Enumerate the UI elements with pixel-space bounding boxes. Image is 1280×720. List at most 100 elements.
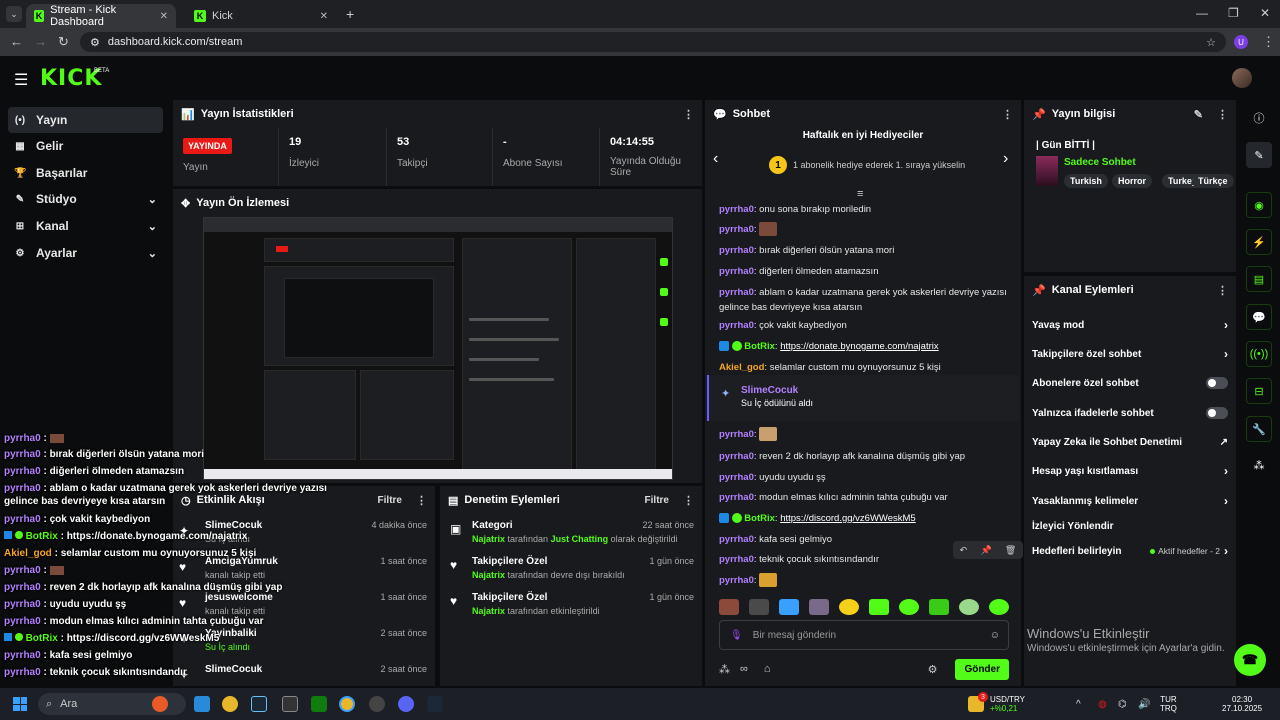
more-options-icon[interactable]: ⋮ [683, 494, 694, 507]
tab-stream-dashboard[interactable]: K Stream - Kick Dashboard ✕ [26, 4, 176, 28]
chat-link[interactable]: https://discord.gg/vz6WWeskM5 [780, 513, 916, 524]
emote-button[interactable] [899, 599, 919, 615]
sidebar-item-basarilar[interactable]: 🏆 Başarılar [8, 160, 163, 186]
action-banned-words[interactable]: Yasaklanmış kelimeler › [1032, 491, 1228, 511]
filter-icon[interactable]: ≡ [857, 188, 863, 200]
chat-username[interactable]: pyrrha0 [719, 575, 754, 586]
chat-username[interactable]: BotRix [744, 513, 775, 524]
discord-icon[interactable] [398, 696, 414, 712]
chrome-active-icon[interactable] [339, 696, 355, 712]
sidebar-item-yayin[interactable]: (•) Yayın [8, 107, 163, 133]
camera-icon[interactable]: ◉ [1246, 192, 1272, 218]
file-explorer-icon[interactable] [194, 696, 210, 712]
chevron-down-icon[interactable]: ⌄ [148, 247, 157, 260]
minimize-button[interactable]: — [1196, 6, 1208, 20]
chevron-left-icon[interactable]: ‹ [713, 150, 718, 168]
broadcast-icon[interactable]: ((•)) [1246, 341, 1272, 367]
action-followers-only[interactable]: Takipçilere özel sohbet › [1032, 344, 1228, 364]
tab-search-button[interactable]: ⌄ [6, 6, 22, 22]
emote-button[interactable] [839, 599, 859, 615]
chat-username[interactable]: pyrrha0 [719, 429, 754, 440]
browser-menu-icon[interactable]: ⋮ [1262, 34, 1275, 50]
kick-points-icon[interactable]: ⁂ [1246, 452, 1272, 478]
volume-icon[interactable]: 🔊 [1138, 699, 1150, 710]
chat-username[interactable]: pyrrha0 [719, 320, 754, 331]
keyboard-language[interactable]: TUR TRQ [1160, 695, 1177, 713]
microphone-icon[interactable]: 🎙 [730, 630, 743, 641]
steam-icon[interactable] [251, 696, 267, 712]
restore-button[interactable]: ❐ [1228, 6, 1239, 20]
widget-icon[interactable] [152, 696, 168, 712]
action-emotes-only[interactable]: Yalnızca ifadelerle sohbet [1032, 403, 1228, 423]
kick-points-icon[interactable]: ⁂ [719, 663, 730, 676]
user-avatar[interactable] [1232, 68, 1252, 88]
sidebar-item-kanal[interactable]: ⊞ Kanal ⌄ [8, 213, 163, 239]
action-subscribers-only[interactable]: Abonelere özel sohbet [1032, 373, 1228, 393]
menu-icon[interactable]: ☰ [14, 70, 28, 90]
actor-name[interactable]: Najatrix [472, 534, 505, 544]
obs-icon[interactable] [369, 696, 385, 712]
action-goals[interactable]: Hedefleri belirleyin Aktif hedefler - 2 … [1032, 541, 1228, 561]
chevron-right-icon[interactable]: › [1003, 150, 1008, 168]
chat-username[interactable]: pyrrha0 [719, 224, 754, 235]
sidebar-item-gelir[interactable]: ▦ Gelir [8, 133, 163, 159]
send-button[interactable]: Gönder [955, 658, 1009, 680]
chat-message-input[interactable]: 🎙 Bir mesaj gönderin ☺ [719, 620, 1009, 650]
gear-icon[interactable]: ⚙ [928, 663, 938, 676]
action-slow-mode[interactable]: Yavaş mod › [1032, 315, 1228, 335]
antivirus-icon[interactable]: ◍ [1098, 699, 1107, 710]
chat-bubble-icon[interactable]: 💬 [1246, 304, 1272, 330]
forward-icon[interactable]: → [34, 34, 47, 49]
chat-username[interactable]: BotRix [744, 341, 775, 352]
chat-username[interactable]: pyrrha0 [719, 245, 754, 256]
emote-button[interactable] [749, 599, 769, 615]
steam-icon[interactable] [427, 696, 443, 712]
undo-icon[interactable]: ↶ [960, 545, 968, 556]
browser-profile-avatar[interactable]: U [1234, 35, 1248, 49]
wrench-icon[interactable]: 🔧 [1246, 416, 1272, 442]
emote-button[interactable] [959, 599, 979, 615]
emoji-icon[interactable]: ☺ [990, 630, 1000, 641]
chevron-up-icon[interactable]: ^ [1076, 699, 1081, 710]
emote-button[interactable] [929, 599, 949, 615]
site-info-icon[interactable]: ⚙ [90, 36, 100, 49]
emote-button[interactable] [869, 599, 889, 615]
close-window-button[interactable]: ✕ [1260, 6, 1270, 20]
delete-icon[interactable]: 🗑 [1005, 545, 1016, 556]
chat-username[interactable]: pyrrha0 [719, 204, 754, 215]
sidebar-item-ayarlar[interactable]: ⚙ Ayarlar ⌄ [8, 240, 163, 266]
store-icon[interactable]: ⌂ [764, 663, 771, 675]
chevron-right-icon[interactable]: › [1224, 347, 1228, 361]
sidebar-item-studyo[interactable]: ✎ Stüdyo ⌄ [8, 186, 163, 212]
more-options-icon[interactable]: ⋮ [683, 108, 694, 121]
chat-username[interactable]: Akiel_god [719, 362, 764, 373]
alert-username[interactable]: SlimeCocuk [741, 385, 1019, 396]
chat-username[interactable]: pyrrha0 [719, 451, 754, 462]
edit-icon[interactable]: ✎ [1246, 142, 1272, 168]
new-tab-button[interactable]: + [346, 6, 354, 22]
filter-button[interactable]: Filtre [645, 495, 669, 506]
clipboard-icon[interactable]: ▤ [1246, 266, 1272, 292]
currency-widget[interactable]: USD/TRY +%0,21 [990, 695, 1025, 713]
toggle-switch[interactable] [1206, 407, 1228, 419]
category-name[interactable]: Sadece Sohbet [1064, 157, 1136, 168]
actor-name[interactable]: Najatrix [472, 606, 505, 616]
emote-button[interactable] [809, 599, 829, 615]
chat-username[interactable]: pyrrha0 [719, 554, 754, 565]
network-icon[interactable]: ⌬ [1118, 699, 1127, 710]
chat-username[interactable]: pyrrha0 [719, 472, 754, 483]
chat-username[interactable]: pyrrha0 [719, 266, 754, 277]
filter-button[interactable]: Filtre [378, 495, 402, 506]
action-ai-moderation[interactable]: Yapay Zeka ile Sohbet Denetimi ↗ [1032, 432, 1228, 452]
tab-kick[interactable]: K Kick ✕ [186, 4, 336, 28]
emote-button[interactable] [719, 599, 739, 615]
xbox-icon[interactable] [311, 696, 327, 712]
info-icon[interactable]: ⓘ [1246, 105, 1272, 131]
close-icon[interactable]: ✕ [160, 11, 168, 22]
edit-icon[interactable]: ✎ [1194, 108, 1203, 121]
more-options-icon[interactable]: ⋮ [416, 494, 427, 507]
chevron-right-icon[interactable]: › [1224, 544, 1228, 558]
chevron-right-icon[interactable]: › [1224, 494, 1228, 508]
chat-link[interactable]: https://donate.bynogame.com/najatrix [780, 341, 938, 352]
infinity-icon[interactable]: ∞ [740, 663, 748, 675]
